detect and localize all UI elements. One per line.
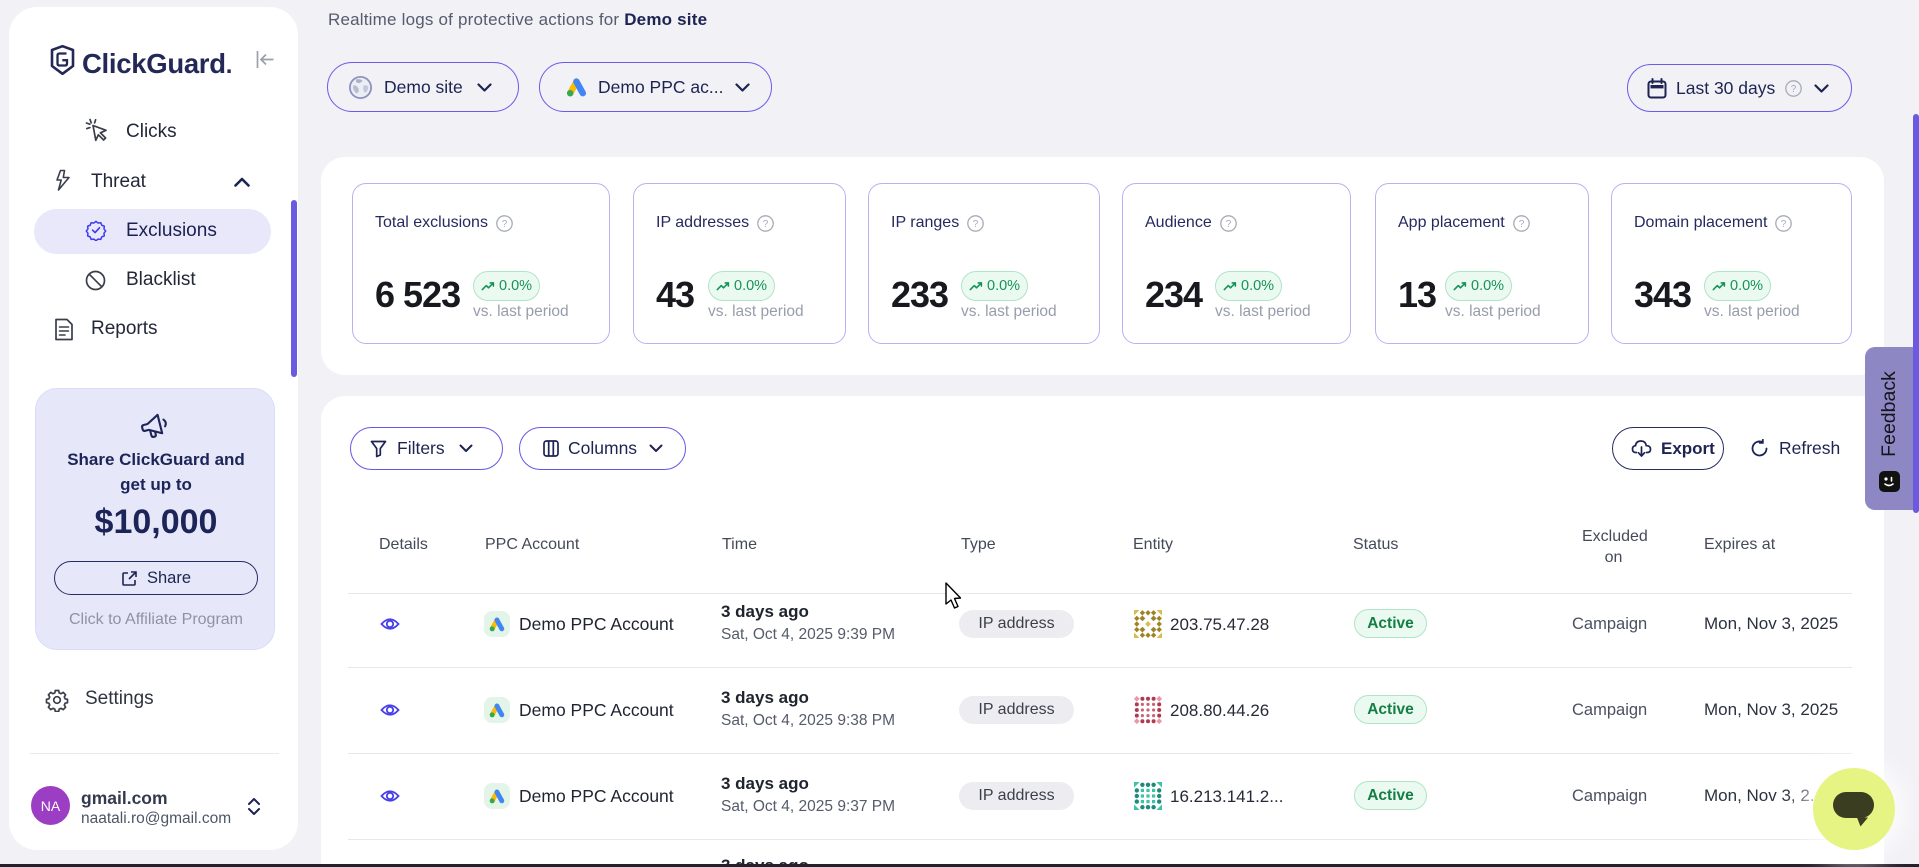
svg-text:?: ? (502, 219, 508, 230)
svg-text:?: ? (1781, 219, 1787, 230)
svg-text:Feedback: Feedback (1878, 371, 1900, 457)
svg-text:?: ? (1518, 219, 1524, 230)
svg-text:?: ? (1791, 84, 1797, 95)
svg-text:?: ? (763, 219, 769, 230)
svg-text:?: ? (973, 219, 979, 230)
svg-text:?: ? (1225, 219, 1231, 230)
